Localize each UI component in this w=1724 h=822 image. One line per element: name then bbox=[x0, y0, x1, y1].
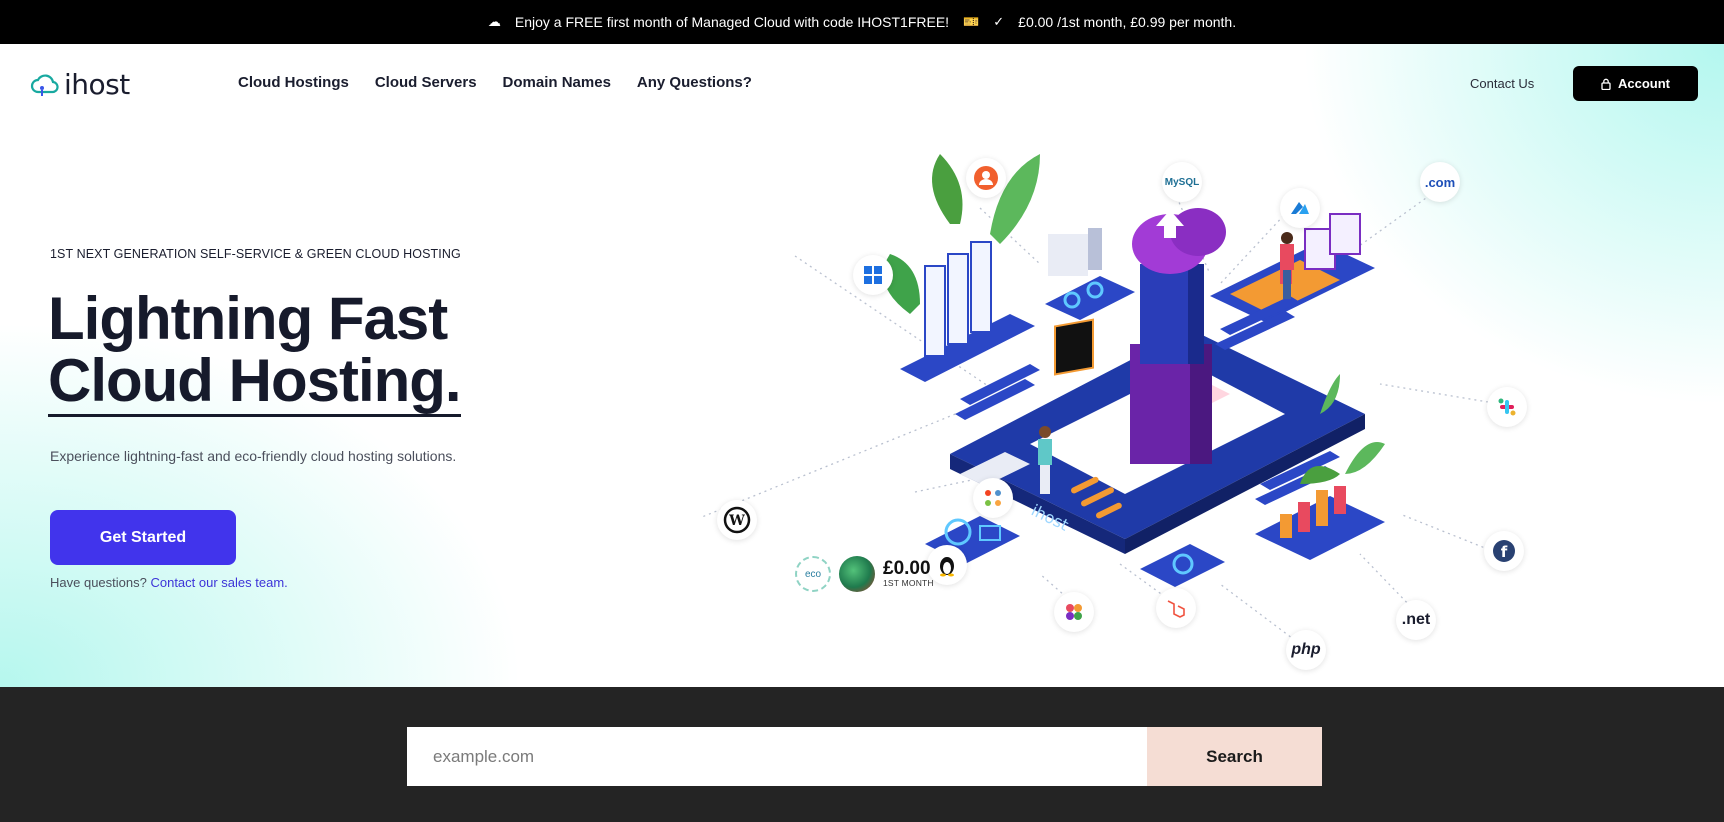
net-label: .net bbox=[1401, 611, 1431, 628]
account-button[interactable]: Account bbox=[1573, 66, 1698, 101]
svg-text:f: f bbox=[1501, 543, 1508, 561]
com-domain-badge: .com bbox=[1420, 162, 1460, 202]
headline-line-1: Lightning Fast bbox=[48, 285, 448, 352]
user-avatar-badge bbox=[966, 158, 1006, 198]
mysql-badge: MySQL bbox=[1162, 162, 1202, 202]
php-label: php bbox=[1291, 641, 1321, 658]
search-button[interactable]: Search bbox=[1147, 727, 1322, 786]
fedora-icon: f bbox=[1493, 540, 1515, 562]
domain-search-input[interactable] bbox=[407, 727, 1148, 786]
brand-name: ihost bbox=[64, 68, 130, 101]
nav-cloud-hostings[interactable]: Cloud Hostings bbox=[238, 74, 349, 91]
headline-line-2: Cloud Hosting. bbox=[48, 350, 462, 417]
hero-section: ihost Cloud Hostings Cloud Servers Domai… bbox=[0, 44, 1724, 687]
nav-cloud-servers[interactable]: Cloud Servers bbox=[375, 74, 477, 91]
linux-penguin-icon bbox=[940, 557, 954, 577]
com-label: .com bbox=[1424, 174, 1456, 190]
domain-search-section: Search bbox=[0, 687, 1724, 822]
dotnet-badge: .net bbox=[1396, 600, 1436, 640]
laravel-badge bbox=[1156, 588, 1196, 628]
promo-bar: ☁ Enjoy a FREE first month of Managed Cl… bbox=[0, 0, 1724, 44]
azure-badge bbox=[1280, 188, 1320, 228]
price-highlight: eco £0.00 1ST MONTH bbox=[795, 556, 934, 592]
eco-label: eco bbox=[804, 568, 822, 580]
fedora-badge: f bbox=[1484, 531, 1524, 571]
hero-subtitle: Experience lightning-fast and eco-friend… bbox=[50, 448, 457, 464]
nav-any-questions[interactable]: Any Questions? bbox=[637, 74, 752, 91]
pinwheel-icon bbox=[1066, 604, 1082, 620]
logo[interactable]: ihost bbox=[30, 68, 130, 101]
promo-pricing: £0.00 /1st month, £0.99 per month. bbox=[1018, 14, 1237, 30]
wordpress-icon: W bbox=[723, 506, 751, 534]
eco-badge: eco bbox=[795, 556, 831, 592]
main-nav: Cloud Hostings Cloud Servers Domain Name… bbox=[238, 74, 752, 91]
cloud-icon: ☁ bbox=[487, 14, 501, 29]
user-icon bbox=[974, 166, 998, 190]
hero-eyebrow: 1ST NEXT GENERATION SELF-SERVICE & GREEN… bbox=[50, 247, 461, 261]
help-prefix: Have questions? bbox=[50, 575, 147, 590]
svg-text:W: W bbox=[728, 513, 745, 529]
nav-domain-names[interactable]: Domain Names bbox=[503, 74, 611, 91]
price-block: £0.00 1ST MONTH bbox=[883, 558, 934, 588]
mysql-label: MySQL bbox=[1164, 176, 1200, 188]
lock-icon bbox=[1601, 78, 1611, 90]
ticket-icon: 🎫 bbox=[963, 14, 980, 29]
help-text: Have questions? Contact our sales team. bbox=[50, 575, 288, 590]
check-icon: ✓ bbox=[993, 14, 1005, 29]
joomla-badge bbox=[973, 478, 1013, 518]
price-caption: 1ST MONTH bbox=[883, 578, 934, 588]
pinwheel-badge bbox=[1054, 592, 1094, 632]
php-badge: php bbox=[1286, 630, 1326, 670]
price-amount: £0.00 bbox=[883, 558, 931, 579]
hero-headline: Lightning Fast Cloud Hosting. bbox=[48, 285, 462, 417]
slack-badge bbox=[1487, 387, 1527, 427]
wordpress-badge: W bbox=[717, 500, 757, 540]
contact-sales-link[interactable]: Contact our sales team. bbox=[150, 575, 287, 590]
windows-badge bbox=[853, 255, 893, 295]
promo-message: Enjoy a FREE first month of Managed Clou… bbox=[514, 14, 950, 30]
contact-us-link[interactable]: Contact Us bbox=[1470, 76, 1534, 91]
joomla-icon bbox=[985, 490, 1001, 506]
laravel-icon bbox=[1167, 600, 1185, 618]
azure-icon bbox=[1291, 202, 1309, 214]
get-started-button[interactable]: Get Started bbox=[50, 510, 236, 565]
windows-icon bbox=[864, 266, 882, 284]
cloud-logo-icon bbox=[30, 73, 59, 96]
slack-icon bbox=[1498, 398, 1516, 416]
account-label: Account bbox=[1618, 76, 1670, 91]
globe-icon bbox=[839, 556, 875, 592]
